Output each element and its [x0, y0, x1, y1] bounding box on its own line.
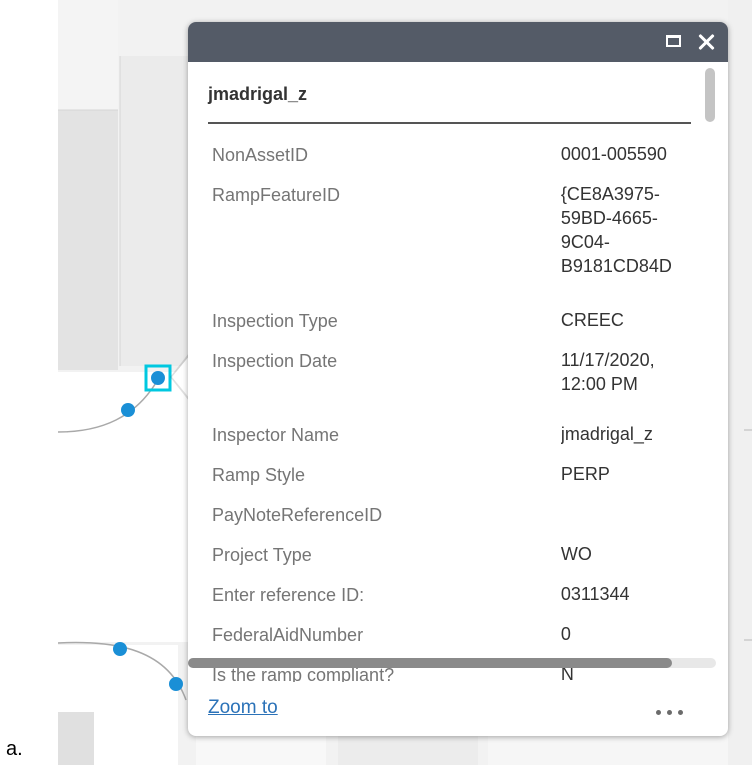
vertical-scroll-thumb[interactable] [705, 68, 715, 122]
selected-ramp-marker [151, 371, 165, 385]
attribute-row: Ramp Style PERP [212, 462, 698, 502]
popup-header [188, 22, 728, 62]
popup-footer: Zoom to [188, 672, 728, 736]
attribute-value [561, 502, 698, 542]
attribute-value: jmadrigal_z [560, 424, 653, 444]
more-icon[interactable] [656, 710, 688, 718]
attribute-row: PayNoteReferenceID [212, 502, 698, 542]
document-label: a. [6, 738, 23, 760]
attribute-label: Enter reference ID: [212, 585, 365, 605]
attribute-value: WO [560, 544, 592, 564]
attribute-value: 0 [560, 624, 571, 644]
title-divider [208, 122, 691, 124]
attribute-row: Inspection Date 11/17/2020, 12:00 PM [212, 348, 698, 422]
attribute-table[interactable]: NonAssetID 0001-005590 RampFeatureID {CE… [212, 142, 698, 682]
attribute-label: Inspection Type [212, 311, 338, 331]
horizontal-scroll-thumb[interactable] [188, 658, 672, 668]
vertical-scrollbar[interactable] [705, 70, 715, 682]
feature-popup: jmadrigal_z NonAssetID 0001-005590 RampF… [188, 22, 728, 736]
attribute-value: {CE8A3975- 59BD-4665- 9C04- B9181CD84D [560, 184, 672, 276]
attribute-row: RampFeatureID {CE8A3975- 59BD-4665- 9C04… [212, 182, 698, 308]
popup-title: jmadrigal_z [208, 84, 308, 104]
ramp-marker [113, 642, 127, 656]
attribute-row: NonAssetID 0001-005590 [212, 142, 698, 182]
attribute-label: PayNoteReferenceID [212, 505, 383, 525]
attribute-label: FederalAidNumber [212, 625, 364, 645]
attribute-value: CREEC [560, 310, 624, 330]
zoom-to-link[interactable]: Zoom to [208, 697, 278, 719]
attribute-value: PERP [560, 464, 610, 484]
attribute-value: 0001-005590 [560, 144, 667, 164]
maximize-icon[interactable] [662, 30, 686, 54]
attribute-row: Inspector Name jmadrigal_z [212, 422, 698, 462]
attribute-label: RampFeatureID [212, 185, 341, 205]
attribute-label: Project Type [212, 545, 312, 565]
attribute-value: 0311344 [560, 584, 630, 604]
ramp-marker [121, 403, 135, 417]
ramp-marker [169, 677, 183, 691]
attribute-row: Inspection Type CREEC [212, 308, 698, 348]
attribute-row: Enter reference ID: 0311344 [212, 582, 698, 622]
attribute-label: Ramp Style [212, 465, 306, 485]
attribute-value: 11/17/2020, 12:00 PM [560, 350, 655, 394]
close-icon[interactable] [694, 30, 718, 54]
attribute-row: FederalAidNumber 0 [212, 622, 698, 662]
attribute-row: Project Type WO [212, 542, 698, 582]
attribute-label: Inspector Name [212, 425, 340, 445]
attribute-label: Inspection Date [212, 351, 338, 371]
attribute-label: NonAssetID [212, 145, 309, 165]
